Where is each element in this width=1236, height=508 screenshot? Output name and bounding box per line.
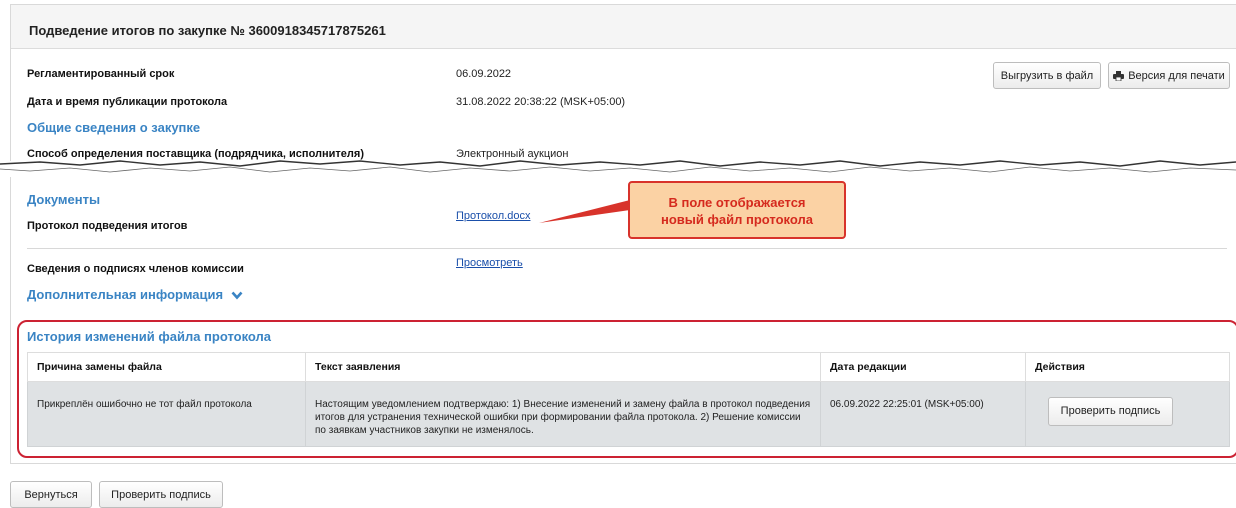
additional-info-toggle[interactable]: Дополнительная информация [27,287,243,302]
history-table: Причина замены файла Текст заявления Дат… [27,352,1230,447]
table-row: Прикреплён ошибочно не тот файл протокол… [27,381,1230,447]
column-header: Текст заявления [305,352,821,382]
deadline-label: Регламентированный срок [27,68,175,80]
chevron-down-icon [231,291,243,300]
protocol-file-link[interactable]: Протокол.docx [456,210,530,222]
back-button[interactable]: Вернуться [10,481,92,508]
history-heading: История изменений файла протокола [27,329,272,344]
signatures-view-link[interactable]: Просмотреть [456,257,523,269]
column-header: Действия [1025,352,1230,382]
check-signature-label: Проверить подпись [111,488,211,501]
back-button-label: Вернуться [24,488,78,501]
statement-text-cell: Настоящим уведомлением подтверждаю: 1) В… [305,381,821,447]
edit-date-cell: 06.09.2022 22:25:01 (MSK+05:00) [820,381,1026,447]
printer-icon [1113,70,1125,81]
page-title: Подведение итогов по закупке № 360091834… [11,5,1236,49]
export-button[interactable]: Выгрузить в файл [993,62,1101,89]
deadline-value: 06.09.2022 [456,68,512,80]
callout-arrow [539,200,630,223]
row-check-signature-button[interactable]: Проверить подпись [1048,397,1173,426]
callout-note: В поле отображается новый файл протокола [628,181,846,239]
divider [27,248,1227,249]
print-version-label: Версия для печати [1128,69,1225,82]
additional-info-label: Дополнительная информация [27,287,224,302]
protocol-label: Протокол подведения итогов [27,220,188,232]
actions-cell: Проверить подпись [1025,381,1230,447]
export-button-label: Выгрузить в файл [1000,69,1094,82]
replace-reason-cell: Прикреплён ошибочно не тот файл протокол… [27,381,306,447]
torn-edge-divider [0,160,1236,177]
general-info-heading: Общие сведения о закупке [27,120,201,135]
callout-line-1: В поле отображается [668,195,806,210]
signatures-label: Сведения о подписях членов комиссии [27,263,244,275]
column-header: Причина замены файла [27,352,306,382]
callout-line-2: новый файл протокола [661,212,813,227]
check-signature-button[interactable]: Проверить подпись [99,481,223,508]
published-value: 31.08.2022 20:38:22 (MSK+05:00) [456,96,626,108]
row-check-signature-label: Проверить подпись [1060,405,1161,417]
history-header-row: Причина замены файла Текст заявления Дат… [27,352,1230,382]
print-version-button[interactable]: Версия для печати [1108,62,1230,89]
column-header: Дата редакции [820,352,1026,382]
documents-heading: Документы [27,192,101,207]
published-label: Дата и время публикации протокола [27,96,228,108]
